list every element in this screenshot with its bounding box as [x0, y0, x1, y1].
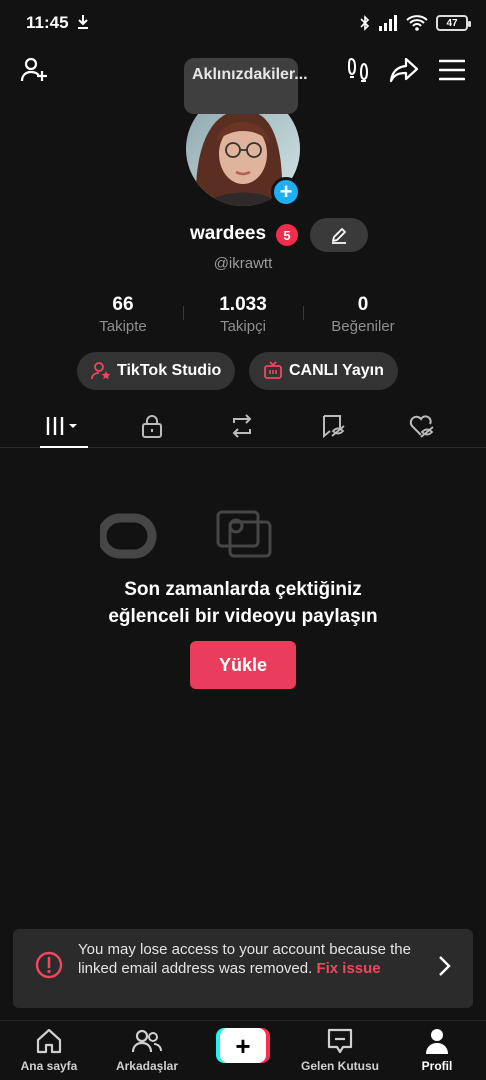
bluetooth-icon: [360, 15, 370, 31]
account-warning-banner[interactable]: You may lose access to your account beca…: [13, 929, 473, 1008]
status-right: 47: [360, 14, 471, 32]
footprints-icon: [347, 57, 369, 82]
username: wardees: [190, 223, 267, 244]
content-tabs: [0, 404, 486, 448]
empty-state-text: Son zamanlarda çektiğiniz eğlenceli bir …: [0, 576, 486, 630]
nav-label: Ana sayfa: [20, 1059, 78, 1073]
hamburger-icon: [439, 59, 465, 81]
user-handle: @ikrawtt: [213, 255, 273, 272]
add-story-button[interactable]: +: [271, 177, 301, 207]
share-icon: [389, 57, 419, 83]
stat-value: 66: [112, 294, 134, 315]
watermark-logo: [100, 510, 272, 559]
name-row: wardees 5: [0, 218, 486, 252]
thoughts-tooltip[interactable]: Aklınızdakiler...: [184, 58, 308, 114]
empty-state-line-2: eğlenceli bir videoyu paylaşın: [108, 606, 378, 627]
nav-home[interactable]: Ana sayfa: [4, 1027, 94, 1079]
nav-friends[interactable]: Arkadaşlar: [102, 1027, 192, 1079]
pencil-icon: [332, 228, 346, 244]
inbox-icon: [327, 1028, 353, 1054]
signal-icon: [379, 15, 397, 31]
profile-stats: 66 Takipte 1.033 Takipçi 0 Beğeniler: [0, 294, 486, 338]
status-time: 11:45: [26, 13, 69, 32]
tab-videos[interactable]: [40, 410, 88, 442]
warning-message: You may lose access to your account beca…: [78, 940, 418, 978]
stat-value: 0: [357, 294, 369, 315]
studio-label: TikTok Studio: [117, 362, 222, 379]
stat-followers[interactable]: 1.033 Takipçi: [183, 294, 303, 335]
edit-profile-button[interactable]: [310, 218, 368, 252]
plus-icon: +: [220, 1028, 266, 1063]
share-profile-button[interactable]: [386, 52, 422, 88]
notification-badge[interactable]: 5: [276, 224, 298, 246]
tab-liked[interactable]: [398, 410, 446, 442]
profile-actions: TikTok Studio CANLI Yayın: [0, 352, 486, 390]
stat-label: Beğeniler: [331, 318, 395, 335]
footprints-button[interactable]: [340, 52, 376, 88]
nav-profile[interactable]: Profil: [392, 1027, 482, 1079]
profile-icon: [426, 1029, 448, 1054]
tiktok-studio-button[interactable]: TikTok Studio: [77, 352, 236, 390]
nav-label: Profil: [421, 1059, 453, 1073]
stat-value: 1.033: [219, 294, 267, 315]
stat-likes[interactable]: 0 Beğeniler: [303, 294, 423, 335]
chevron-right-icon: [439, 956, 451, 976]
live-tv-icon: [264, 361, 282, 379]
grid-icon: [46, 417, 77, 435]
stat-following[interactable]: 66 Takipte: [63, 294, 183, 335]
bottom-navigation: Ana sayfa Arkadaşlar + Gelen Kutusu Prof…: [0, 1020, 486, 1080]
tab-reposts[interactable]: [218, 410, 266, 442]
lock-icon: [142, 415, 162, 438]
nav-label: Arkadaşlar: [115, 1059, 179, 1073]
wifi-icon: [406, 15, 428, 31]
battery-indicator: 47: [436, 15, 471, 31]
stat-label: Takipte: [99, 318, 147, 335]
empty-state-line-1: Son zamanlarda çektiğiniz: [124, 579, 362, 600]
nav-inbox[interactable]: Gelen Kutusu: [295, 1027, 385, 1079]
add-friend-button[interactable]: [16, 52, 52, 88]
live-button[interactable]: CANLI Yayın: [249, 352, 398, 390]
friends-icon: [132, 1029, 162, 1053]
menu-button[interactable]: [434, 52, 470, 88]
warning-icon: [35, 951, 63, 979]
repost-icon: [232, 414, 252, 438]
studio-icon: [91, 362, 111, 380]
status-bar: 11:45 47: [0, 0, 486, 46]
home-icon: [36, 1028, 62, 1054]
bookmark-hidden-icon: [323, 415, 345, 438]
add-user-icon: [20, 57, 47, 82]
live-label: CANLI Yayın: [289, 362, 384, 379]
stat-label: Takipçi: [220, 318, 266, 335]
upload-button[interactable]: Yükle: [190, 641, 296, 689]
create-post-button[interactable]: +: [216, 1028, 270, 1063]
active-tab-indicator: [40, 446, 88, 448]
tab-favorites[interactable]: [310, 410, 358, 442]
heart-hidden-icon: [409, 415, 434, 438]
nav-label: Gelen Kutusu: [300, 1059, 379, 1073]
download-icon: [78, 15, 88, 29]
tab-private[interactable]: [128, 410, 176, 442]
fix-issue-link[interactable]: Fix issue: [316, 960, 380, 977]
